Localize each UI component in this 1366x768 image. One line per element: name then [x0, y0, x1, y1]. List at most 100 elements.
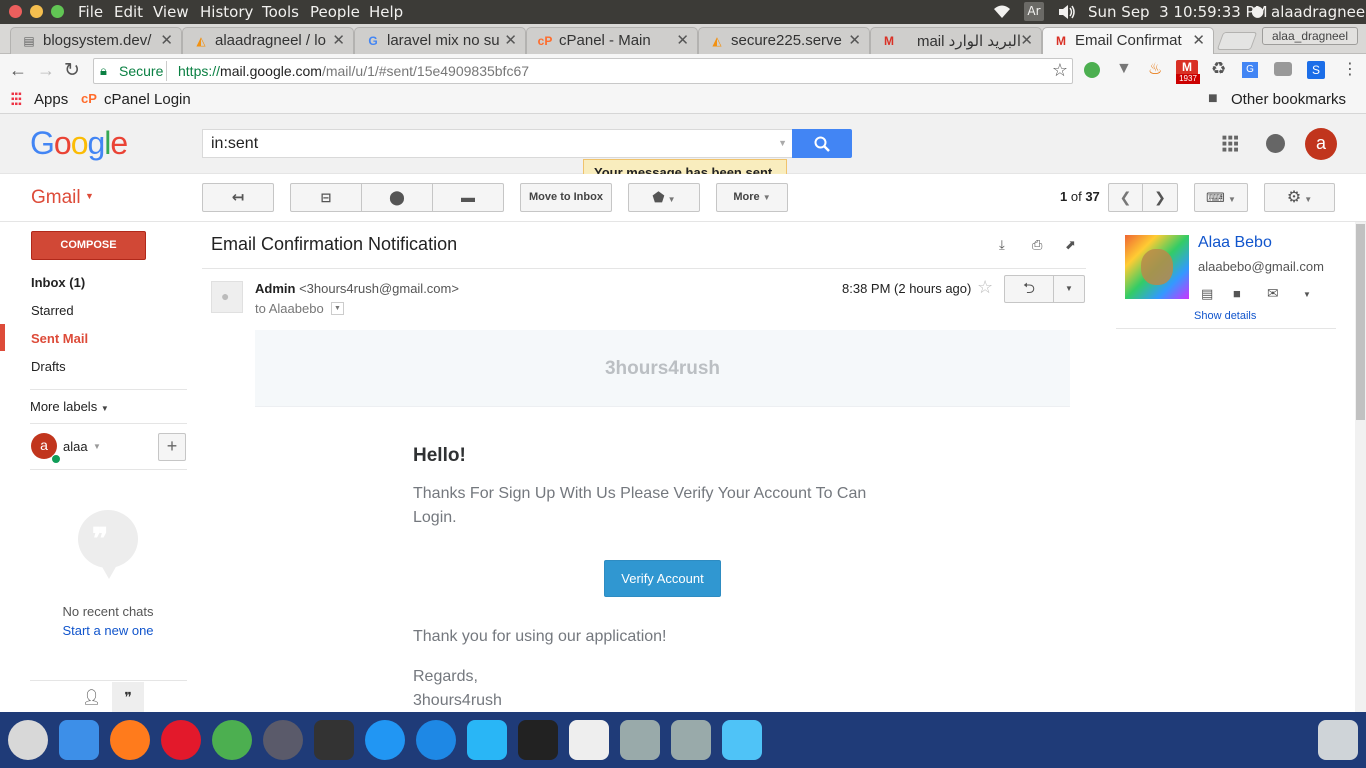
user-menu[interactable]: alaadragneel — [1271, 3, 1366, 21]
newer-button[interactable]: ❮ — [1108, 183, 1143, 212]
apps-bookmark[interactable]: Apps — [34, 91, 68, 108]
cpanel-login-bookmark[interactable]: cPanel Login — [104, 91, 191, 108]
bookmark-star-icon[interactable]: ☆ — [1052, 60, 1068, 81]
close-tab-icon[interactable]: ✕ — [848, 31, 861, 49]
compose-button[interactable]: COMPOSE — [31, 231, 146, 260]
archive-button[interactable]: ⊟ — [290, 183, 362, 212]
apple-icon[interactable]: ● — [1251, 2, 1264, 20]
print-all-download-icon[interactable]: ⤓ — [999, 237, 1005, 253]
older-button[interactable]: ❯ — [1142, 183, 1178, 212]
opera-icon[interactable] — [161, 720, 201, 760]
contact-photo[interactable] — [1125, 235, 1189, 299]
search-options-icon[interactable]: ▼ — [778, 138, 787, 148]
window-close-button[interactable] — [9, 5, 22, 18]
extension-s-icon[interactable]: S — [1307, 61, 1325, 79]
disk-icon[interactable] — [671, 720, 711, 760]
menu-view[interactable]: View — [153, 3, 189, 21]
atom-icon[interactable] — [365, 720, 405, 760]
volume-icon[interactable] — [1058, 4, 1076, 20]
extension-cube-icon[interactable] — [1274, 62, 1292, 76]
apps-launcher-icon[interactable]: ■■■ ■■■ ■■■ — [1222, 134, 1240, 154]
back-icon[interactable]: ← — [9, 60, 27, 81]
hangouts-tab-icon[interactable]: ❞ — [112, 682, 144, 712]
search-button[interactable] — [792, 129, 852, 158]
scrollbar-thumb[interactable] — [1356, 224, 1365, 420]
update-icon[interactable] — [416, 720, 456, 760]
nav-more-labels[interactable]: More labels ▼ — [30, 399, 109, 414]
other-bookmarks[interactable]: Other bookmarks — [1231, 91, 1346, 108]
window-maximize-button[interactable] — [51, 5, 64, 18]
chrome-menu-icon[interactable]: ⋮ — [1342, 59, 1358, 79]
finder-icon[interactable] — [59, 720, 99, 760]
ubuntu-launcher-icon[interactable] — [8, 720, 48, 760]
close-tab-icon[interactable]: ✕ — [676, 31, 689, 49]
chat-bubble-icon[interactable]: ▤ — [1201, 286, 1213, 302]
settings-button[interactable]: ⚙ ▼ — [1264, 183, 1335, 212]
show-details-caret-icon[interactable]: ▼ — [331, 302, 344, 315]
extension-green-icon[interactable] — [1084, 62, 1100, 78]
sender-avatar[interactable]: ● — [211, 281, 243, 313]
menu-edit[interactable]: Edit — [114, 3, 143, 21]
reply-button[interactable]: ⮌ — [1004, 275, 1054, 303]
close-tab-icon[interactable]: ✕ — [1020, 31, 1033, 49]
nav-starred[interactable]: Starred — [31, 303, 74, 318]
star-icon[interactable]: ☆ — [977, 277, 993, 298]
menu-tools[interactable]: Tools — [262, 3, 299, 21]
scrollbar-track[interactable] — [1355, 222, 1366, 712]
new-hangout-button[interactable]: + — [158, 433, 186, 461]
close-tab-icon[interactable]: ✕ — [504, 31, 517, 49]
firefox-icon[interactable] — [110, 720, 150, 760]
url-text[interactable]: https://mail.google.com/mail/u/1/#sent/1… — [178, 63, 529, 79]
contacts-person-icon[interactable]: 👤︎ — [82, 688, 101, 706]
close-tab-icon[interactable]: ✕ — [1192, 31, 1205, 49]
close-tab-icon[interactable]: ✕ — [160, 31, 173, 49]
text-editor-icon[interactable] — [569, 720, 609, 760]
terminal-icon[interactable] — [518, 720, 558, 760]
input-tools-button[interactable]: ⌨ ▼ — [1194, 183, 1248, 212]
tab-cpanel[interactable]: cP cPanel - Main ✕ — [526, 27, 698, 54]
nav-sent-mail[interactable]: Sent Mail — [31, 331, 88, 346]
disk-icon[interactable] — [620, 720, 660, 760]
show-details-link[interactable]: Show details — [1194, 310, 1256, 322]
sender[interactable]: Admin <3hours4rush@gmail.com> — [255, 281, 459, 296]
menu-file[interactable]: File — [78, 3, 103, 21]
wifi-icon[interactable] — [992, 4, 1012, 20]
more-button[interactable]: More ▼ — [716, 183, 788, 212]
extension-recycle-icon[interactable]: ♻ — [1211, 59, 1226, 79]
tab-email-confirmation[interactable]: M Email Confirmat ✕ — [1042, 27, 1214, 54]
tab-secure-server[interactable]: ◭ secure225.serve ✕ — [698, 27, 870, 54]
nav-drafts[interactable]: Drafts — [31, 359, 66, 374]
video-call-icon[interactable]: ■ — [1233, 286, 1241, 301]
chrome-icon[interactable] — [212, 720, 252, 760]
contact-name[interactable]: Alaa Bebo — [1198, 234, 1272, 252]
forward-icon[interactable]: → — [37, 60, 55, 81]
profile-badge[interactable]: alaa_dragneel — [1262, 27, 1358, 45]
tab-phpmyadmin[interactable]: ◭ alaadragneel / lo ✕ — [182, 27, 354, 54]
hangouts-user-name[interactable]: alaa — [63, 439, 88, 454]
menu-history[interactable]: History — [200, 3, 253, 21]
menu-help[interactable]: Help — [369, 3, 403, 21]
chevron-down-icon[interactable]: ▼ — [93, 442, 101, 451]
email-brand[interactable]: 3hours4rush — [255, 358, 1070, 380]
account-avatar[interactable]: a — [1305, 128, 1337, 160]
extension-translate-icon[interactable]: G — [1242, 62, 1258, 78]
tab-blogsystem[interactable]: ▤ blogsystem.dev/ ✕ — [10, 27, 182, 54]
extension-java-icon[interactable]: ♨ — [1148, 59, 1162, 79]
tab-google-search[interactable]: G laravel mix no su ✕ — [354, 27, 526, 54]
clock[interactable]: Sun Sep 3 10:59:33 PM — [1088, 3, 1268, 21]
google-logo[interactable]: Google — [30, 125, 128, 162]
back-to-sent-button[interactable]: ↤ — [202, 183, 274, 212]
address-bar[interactable]: 🔒︎ Secure https://mail.google.com/mail/u… — [93, 58, 1073, 84]
gmail-menu-caret-icon[interactable]: ▼ — [85, 191, 94, 201]
sublime-text-icon[interactable] — [314, 720, 354, 760]
browser-icon[interactable] — [263, 720, 303, 760]
trash-icon[interactable] — [1318, 720, 1358, 760]
remote-desktop-icon[interactable] — [467, 720, 507, 760]
email-envelope-icon[interactable]: ✉ — [1267, 285, 1279, 302]
report-spam-button[interactable]: ⬤ — [361, 183, 433, 212]
move-to-inbox-button[interactable]: Move to Inbox — [520, 183, 612, 212]
reload-icon[interactable]: ↻ — [64, 59, 80, 82]
gmail-brand[interactable]: Gmail — [31, 187, 81, 209]
new-window-icon[interactable]: ⬈ — [1065, 237, 1076, 253]
keyboard-layout-indicator[interactable]: Ar — [1024, 2, 1044, 21]
